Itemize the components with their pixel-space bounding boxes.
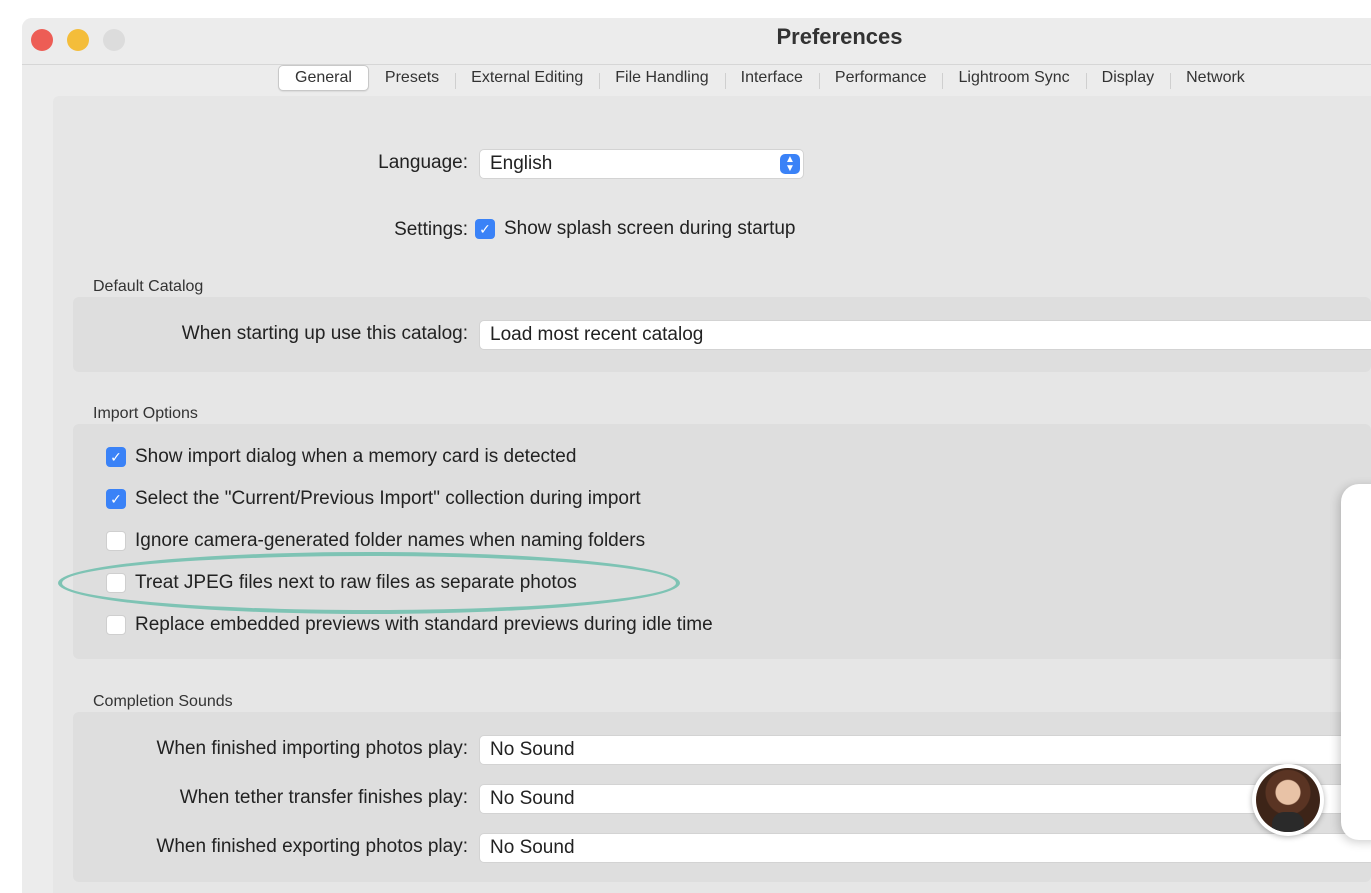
tab-bar: General Presets External Editing File Ha…	[278, 64, 1261, 92]
side-popup-card[interactable]	[1341, 484, 1371, 840]
tab-display[interactable]: Display	[1085, 66, 1170, 90]
completion-sounds-title: Completion Sounds	[93, 693, 233, 710]
tab-general[interactable]: General	[278, 65, 369, 91]
catalog-label: When starting up use this catalog:	[181, 323, 468, 344]
select-stepper-icon: ▲ ▼	[780, 154, 800, 174]
highlight-annotation	[58, 552, 680, 614]
settings-label: Settings:	[394, 219, 468, 240]
import-option-row[interactable]: Ignore camera-generated folder names whe…	[106, 530, 645, 552]
avatar-photo	[1256, 768, 1320, 832]
import-option-checkbox[interactable]: ✓	[106, 447, 126, 467]
sound-select[interactable]: No Sound	[479, 735, 1371, 765]
tab-interface[interactable]: Interface	[724, 66, 819, 90]
tab-file-handling[interactable]: File Handling	[599, 66, 724, 90]
avatar[interactable]	[1252, 764, 1324, 836]
tab-network[interactable]: Network	[1170, 66, 1261, 90]
import-option-label: Select the "Current/Previous Import" col…	[135, 488, 641, 509]
title-bar: Preferences	[22, 18, 1371, 65]
import-option-checkbox[interactable]	[106, 615, 126, 635]
import-option-checkbox[interactable]: ✓	[106, 489, 126, 509]
splash-screen-checkbox[interactable]: ✓	[475, 219, 495, 239]
import-option-label: Show import dialog when a memory card is…	[135, 446, 577, 467]
sound-row-label: When finished importing photos play:	[156, 738, 468, 759]
import-option-row[interactable]: ✓ Select the "Current/Previous Import" c…	[106, 488, 641, 510]
tab-presets[interactable]: Presets	[369, 66, 455, 90]
import-option-label: Replace embedded previews with standard …	[135, 614, 713, 635]
language-select[interactable]: English ▲ ▼	[479, 149, 804, 179]
splash-screen-checkbox-row[interactable]: ✓ Show splash screen during startup	[475, 218, 796, 240]
import-option-label: Ignore camera-generated folder names whe…	[135, 530, 646, 551]
import-option-checkbox[interactable]	[106, 531, 126, 551]
default-catalog-title: Default Catalog	[93, 278, 204, 295]
import-options-title: Import Options	[93, 405, 198, 422]
tab-lightroom-sync[interactable]: Lightroom Sync	[942, 66, 1085, 90]
sound-select[interactable]: No Sound	[479, 784, 1371, 814]
catalog-select[interactable]: Load most recent catalog	[479, 320, 1371, 350]
splash-screen-label: Show splash screen during startup	[504, 218, 796, 239]
tab-performance[interactable]: Performance	[818, 66, 943, 90]
import-option-row[interactable]: Replace embedded previews with standard …	[106, 614, 713, 636]
window-title: Preferences	[776, 24, 903, 49]
import-option-row[interactable]: ✓ Show import dialog when a memory card …	[106, 446, 576, 468]
sound-row-label: When tether transfer finishes play:	[179, 787, 468, 808]
tab-external-editing[interactable]: External Editing	[455, 66, 599, 90]
sound-row-label: When finished exporting photos play:	[156, 836, 468, 857]
language-label: Language:	[378, 152, 468, 173]
language-value: English	[490, 153, 553, 174]
sound-select[interactable]: No Sound	[479, 833, 1371, 863]
